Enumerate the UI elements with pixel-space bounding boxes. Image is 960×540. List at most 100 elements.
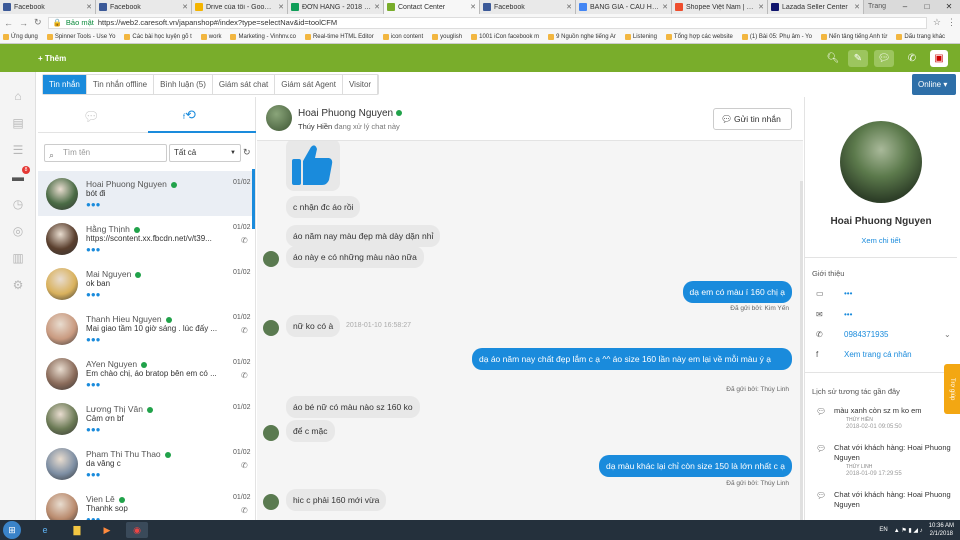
tab-facebook-history-icon[interactable]: f⟲ <box>183 107 196 123</box>
bookmark-item[interactable]: Listening <box>624 34 657 40</box>
bookmark-item[interactable]: 1001 iCon facebook m <box>471 34 539 40</box>
close-tab-icon[interactable]: ✕ <box>374 3 380 11</box>
subtab[interactable]: Visitor <box>343 75 379 94</box>
scrollbar[interactable] <box>252 169 255 229</box>
bookmark-item[interactable]: (1) Bài 05: Phụ âm - Yo <box>741 34 812 40</box>
clock[interactable]: 10:36 AM 2/1/2018 <box>929 522 954 538</box>
chat-icon[interactable]: 💬︎ <box>874 50 894 67</box>
send-message-button[interactable]: 💬︎ Gửi tin nhắn <box>713 108 792 130</box>
conversation-item[interactable]: Mai Nguyen ok ban ●●● 01/02 <box>38 261 254 306</box>
close-tab-icon[interactable]: ✕ <box>182 3 188 11</box>
conversation-time: 01/02 <box>233 449 251 456</box>
settings-icon[interactable]: ⚙ <box>10 277 26 293</box>
url-input[interactable]: 🔒 Bảo mật https://web2.caresoft.vn/japan… <box>47 16 927 29</box>
typing-dots-icon: ●●● <box>86 335 101 344</box>
menu-icon[interactable]: ⋮ <box>947 17 956 28</box>
tab-chat-bubble-icon[interactable]: 💬︎ <box>83 109 100 125</box>
close-tab-icon[interactable]: ✕ <box>662 3 668 11</box>
ticket-list-icon[interactable]: ▤ <box>10 115 26 131</box>
media-player-icon[interactable]: ▶ <box>96 522 118 538</box>
conversation-item[interactable]: Lương Thị Vân Cảm ơn bf ●●● 01/02 <box>38 396 254 441</box>
explorer-icon[interactable]: ▇ <box>66 522 88 538</box>
user-avatar[interactable]: ▣ <box>930 50 948 67</box>
conversation-item[interactable]: Hằng Thịnh https://scontent.xx.fbcdn.net/… <box>38 216 254 261</box>
bookmark-item[interactable]: 9 Nguồn nghe tiếng Ar <box>548 34 616 40</box>
subtab[interactable]: Tin nhắn offline <box>87 75 155 94</box>
browser-tab[interactable]: Facebook ✕ <box>96 0 192 14</box>
back-icon[interactable]: ← <box>4 18 13 28</box>
history-icon[interactable]: ◷ <box>10 196 26 212</box>
conversation-item[interactable]: Thanh Hieu Nguyen Mai giao tầm 10 giờ sán… <box>38 306 254 351</box>
assigned-suffix: đang xử lý chat này <box>334 122 400 131</box>
chat-count-badge: 8 <box>22 166 30 174</box>
ie-icon[interactable]: e <box>34 522 56 538</box>
bookmark-item[interactable]: Ứng dụng <box>3 34 38 40</box>
subtab[interactable]: Tin nhắn <box>43 75 87 94</box>
bookmark-item[interactable]: Các bài học luyện gõ t <box>124 34 192 40</box>
bookmark-item[interactable]: Spinner Tools - Use Yo <box>46 34 115 40</box>
search-input[interactable]: ⌕ Tìm tên <box>44 144 167 162</box>
filter-select[interactable]: Tất cả ▼ <box>169 144 241 162</box>
language-indicator[interactable]: EN <box>879 527 887 533</box>
phone-icon[interactable]: ✆ <box>902 50 922 67</box>
close-tab-icon[interactable]: ✕ <box>86 3 92 11</box>
url-text: https://web2.caresoft.vn/japanshop#/inde… <box>97 18 338 27</box>
browser-tab[interactable]: Contact Center ✕ <box>384 0 480 14</box>
add-button[interactable]: + Thêm <box>38 54 66 63</box>
chrome-icon[interactable]: ◉ <box>126 522 148 538</box>
conversation-name-text: Pham Thi Thu Thao <box>86 449 161 459</box>
browser-tab[interactable]: BẢNG GIÁ - CÂU HỎI THƯ✕ <box>576 0 672 14</box>
forward-icon[interactable]: → <box>19 18 28 28</box>
reload-icon[interactable]: ↻ <box>34 17 42 28</box>
ticket-icon[interactable]: ✎ <box>848 50 868 67</box>
bookmark-item[interactable]: work <box>200 34 221 40</box>
bookmark-item[interactable]: youglish <box>432 34 462 40</box>
bookmark-item[interactable]: Dấu trang khác <box>896 34 945 40</box>
star-icon[interactable]: ☆ <box>933 17 941 28</box>
conversation-item[interactable]: Pham Thi Thu Thao da vâng c ●●● 01/02 ✆ <box>38 441 254 486</box>
subtab[interactable]: Bình luận (5) <box>154 75 213 94</box>
home-icon[interactable]: ⌂ <box>10 88 26 104</box>
bookmark-item[interactable]: Real-time HTML Editor <box>304 34 374 40</box>
browser-tab[interactable]: Lazada Seller Center ✕ <box>768 0 864 14</box>
conversation-item[interactable]: AYen Nguyen Em chào chị, áo bratop bên em… <box>38 351 254 396</box>
view-detail-link[interactable]: Xem chi tiết <box>805 236 957 245</box>
helpdesk-icon[interactable]: ◎ <box>10 223 26 239</box>
bookmark-item[interactable]: Tổng hợp các website <box>665 34 733 40</box>
bookmark-label: youglish <box>440 34 463 40</box>
subtab[interactable]: Giám sát Agent <box>275 75 343 94</box>
contacts-icon[interactable]: ☰ <box>10 142 26 158</box>
close-tab-icon[interactable]: ✕ <box>758 3 764 11</box>
help-tab[interactable]: Trợ giúp <box>944 364 960 414</box>
bookmark-item[interactable]: icon content <box>382 34 423 40</box>
start-icon[interactable]: ⊞ <box>3 521 21 539</box>
close-tab-icon[interactable]: ✕ <box>566 3 572 11</box>
browser-tab[interactable]: Drive của tôi - Google Dr✕ <box>192 0 288 14</box>
browser-tab[interactable]: ĐƠN HÀNG - 2018 - Goog✕ <box>288 0 384 14</box>
close-window-icon[interactable]: ✕ <box>938 0 960 14</box>
online-dot <box>141 361 148 368</box>
message-in: để c mặc <box>286 420 335 442</box>
browser-tab[interactable]: Facebook ✕ <box>0 0 96 14</box>
bookmark-item[interactable]: Nến tảng tiếng Anh từ <box>820 34 887 40</box>
scrollbar[interactable] <box>800 181 803 520</box>
message-timestamp: 2018-01-10 16:58:27 <box>346 322 411 329</box>
browser-tab[interactable]: Shopee Việt Nam | Mua và✕ <box>672 0 768 14</box>
close-tab-icon[interactable]: ✕ <box>278 3 284 11</box>
minimize-icon[interactable]: – <box>894 0 916 14</box>
refresh-icon[interactable]: ↻ <box>243 147 251 158</box>
conversation-item[interactable]: Hoai Phuong Nguyen bót đi ●●● 01/02 <box>38 171 254 216</box>
maximize-icon[interactable]: □ <box>916 0 938 14</box>
conversation-name-text: Lương Thị Vân <box>86 404 143 414</box>
conversation-name: Mai Nguyen <box>86 269 142 279</box>
phone-icon: ✆ <box>241 506 248 515</box>
conversation-name: Thanh Hieu Nguyen <box>86 314 172 324</box>
bookmark-item[interactable]: Marketing - Vinhnv.co <box>230 34 296 40</box>
tray-icons[interactable]: ▲ ⚑ ▮ ◢ ♪ <box>894 527 923 534</box>
subtab[interactable]: Giám sát chat <box>213 75 276 94</box>
search-icon[interactable]: 🔍︎ <box>823 50 843 67</box>
report-icon[interactable]: ▥ <box>10 250 26 266</box>
online-status-button[interactable]: Online ▾ <box>912 74 956 95</box>
close-tab-icon[interactable]: ✕ <box>470 3 476 11</box>
browser-tab[interactable]: Facebook ✕ <box>480 0 576 14</box>
